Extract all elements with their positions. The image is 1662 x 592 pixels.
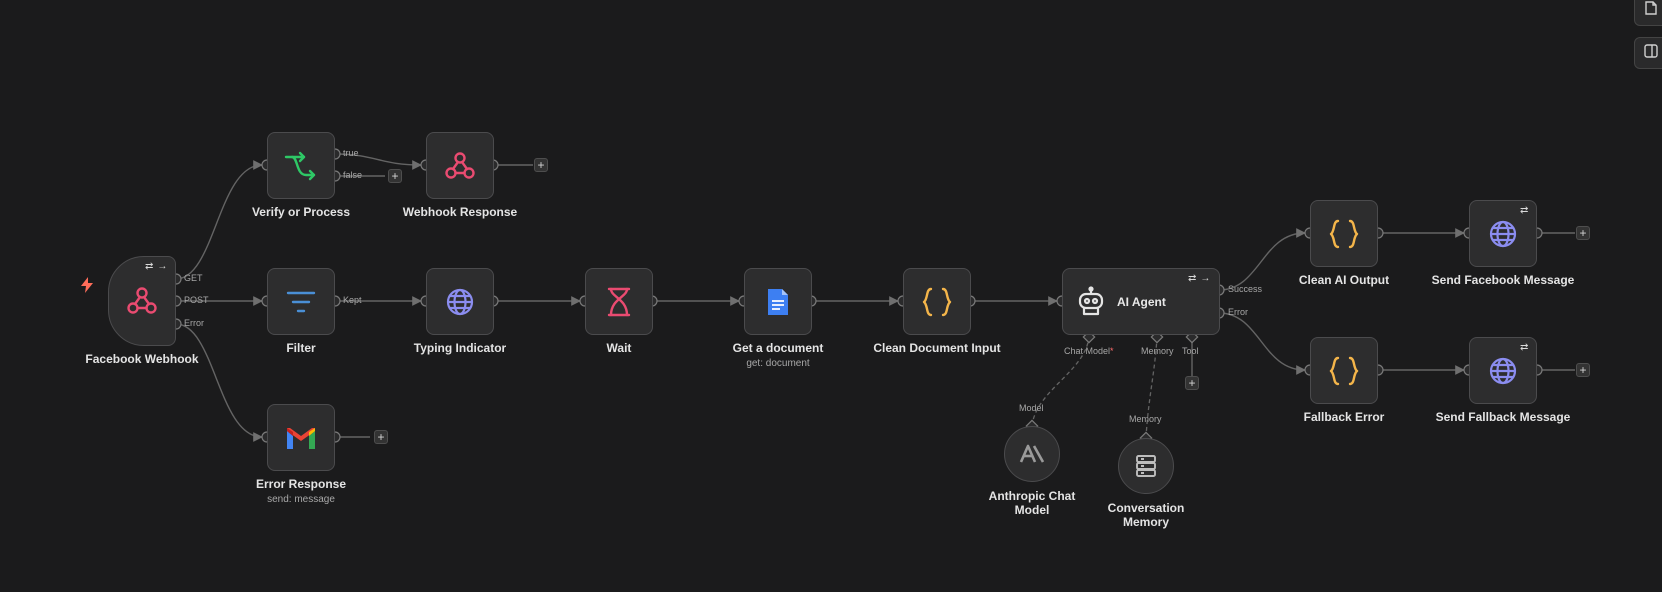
filter-icon [286, 289, 316, 315]
node-label: Verify or Process [251, 205, 351, 219]
port-label-false: false [343, 170, 363, 180]
refresh-icon: ⇄ [1520, 342, 1529, 353]
port-label-post: POST [184, 295, 209, 305]
node-label: Facebook Webhook [85, 352, 199, 366]
node-anthropic-chat-model[interactable] [1004, 426, 1060, 482]
port-label-get: GET [184, 273, 203, 283]
sticky-note-icon [1644, 0, 1658, 20]
globe-icon [1488, 356, 1518, 386]
node-label-line1: Conversation [1107, 501, 1185, 515]
port-label-model: Model [1019, 403, 1044, 413]
node-webhook-response[interactable] [426, 132, 494, 199]
curly-braces-icon [1328, 356, 1360, 386]
globe-icon [445, 287, 475, 317]
sticky-note-button[interactable] [1634, 0, 1662, 26]
node-label: Wait [606, 341, 632, 355]
port-label-memory: Memory [1141, 346, 1174, 356]
workflow-canvas[interactable]: ⇄ → Facebook Webhook GET POST Error Veri… [0, 0, 1662, 592]
node-clean-document-input[interactable] [903, 268, 971, 335]
connection-webhook-get-to-verify [175, 160, 263, 280]
node-badges: ⇄ → [145, 262, 167, 272]
panel-icon [1644, 43, 1658, 63]
node-label: Send Fallback Message [1435, 410, 1571, 424]
port-label-success: Success [1228, 284, 1263, 294]
arrow-right-icon: → [1200, 273, 1211, 284]
node-label: Clean AI Output [1298, 273, 1390, 287]
connection-agent-error-to-fallback [1218, 312, 1306, 375]
node-subtitle: send: message [267, 494, 335, 505]
node-label: Webhook Response [402, 205, 518, 219]
node-badges: ⇄ [1520, 206, 1528, 216]
port-label-error: Error [1228, 307, 1248, 317]
add-tool-button[interactable]: + [1185, 376, 1199, 390]
node-clean-ai-output[interactable] [1310, 200, 1378, 267]
arrow-right-icon: → [157, 261, 168, 272]
port-label-kept: Kept [343, 295, 362, 305]
node-verify-or-process[interactable] [267, 132, 335, 199]
webhook-icon [126, 285, 158, 317]
node-get-a-document[interactable] [744, 268, 812, 335]
port-label-tool: Tool [1182, 346, 1199, 356]
node-label: Get a document [732, 341, 824, 355]
node-label: Error Response [255, 477, 347, 491]
if-branch-icon [284, 151, 318, 181]
curly-braces-icon [921, 287, 953, 317]
node-badges: ⇄ [1520, 343, 1528, 353]
port-label-memory-out: Memory [1129, 414, 1162, 424]
port-label-true: true [343, 148, 359, 158]
database-icon [1135, 454, 1157, 478]
node-label-line2: Memory [1122, 515, 1169, 529]
node-label: Typing Indicator [413, 341, 507, 355]
node-conversation-memory[interactable] [1118, 438, 1174, 494]
add-node-button[interactable]: + [374, 430, 388, 444]
node-label: Clean Document Input [873, 341, 1001, 355]
node-badges: ⇄ → [1188, 274, 1210, 284]
refresh-icon: ⇄ [145, 261, 154, 272]
add-node-button[interactable]: + [1576, 226, 1590, 240]
node-label: Fallback Error [1303, 410, 1385, 424]
add-node-button[interactable]: + [1576, 363, 1590, 377]
gmail-icon [285, 425, 317, 451]
robot-icon [1075, 285, 1107, 318]
refresh-icon: ⇄ [1188, 273, 1197, 284]
port-label-error: Error [184, 318, 204, 328]
add-node-button[interactable]: + [388, 169, 402, 183]
node-subtitle: get: document [746, 358, 810, 369]
node-wait[interactable] [585, 268, 653, 335]
node-label: Filter [286, 341, 316, 355]
add-node-button[interactable]: + [534, 158, 548, 172]
hourglass-icon [606, 287, 632, 317]
node-error-response[interactable] [267, 404, 335, 471]
node-typing-indicator[interactable] [426, 268, 494, 335]
curly-braces-icon [1328, 219, 1360, 249]
node-filter[interactable] [267, 268, 335, 335]
trigger-bolt-icon [80, 277, 94, 298]
agent-title: AI Agent [1117, 294, 1166, 309]
google-docs-icon [766, 287, 790, 317]
port-label-chat-model: Chat Model [1064, 346, 1114, 356]
webhook-icon [444, 150, 476, 182]
refresh-icon: ⇄ [1520, 205, 1529, 216]
node-fallback-error[interactable] [1310, 337, 1378, 404]
node-label: Send Facebook Message [1431, 273, 1575, 287]
globe-icon [1488, 219, 1518, 249]
toggle-panel-button[interactable] [1634, 37, 1662, 69]
anthropic-icon [1019, 444, 1045, 464]
